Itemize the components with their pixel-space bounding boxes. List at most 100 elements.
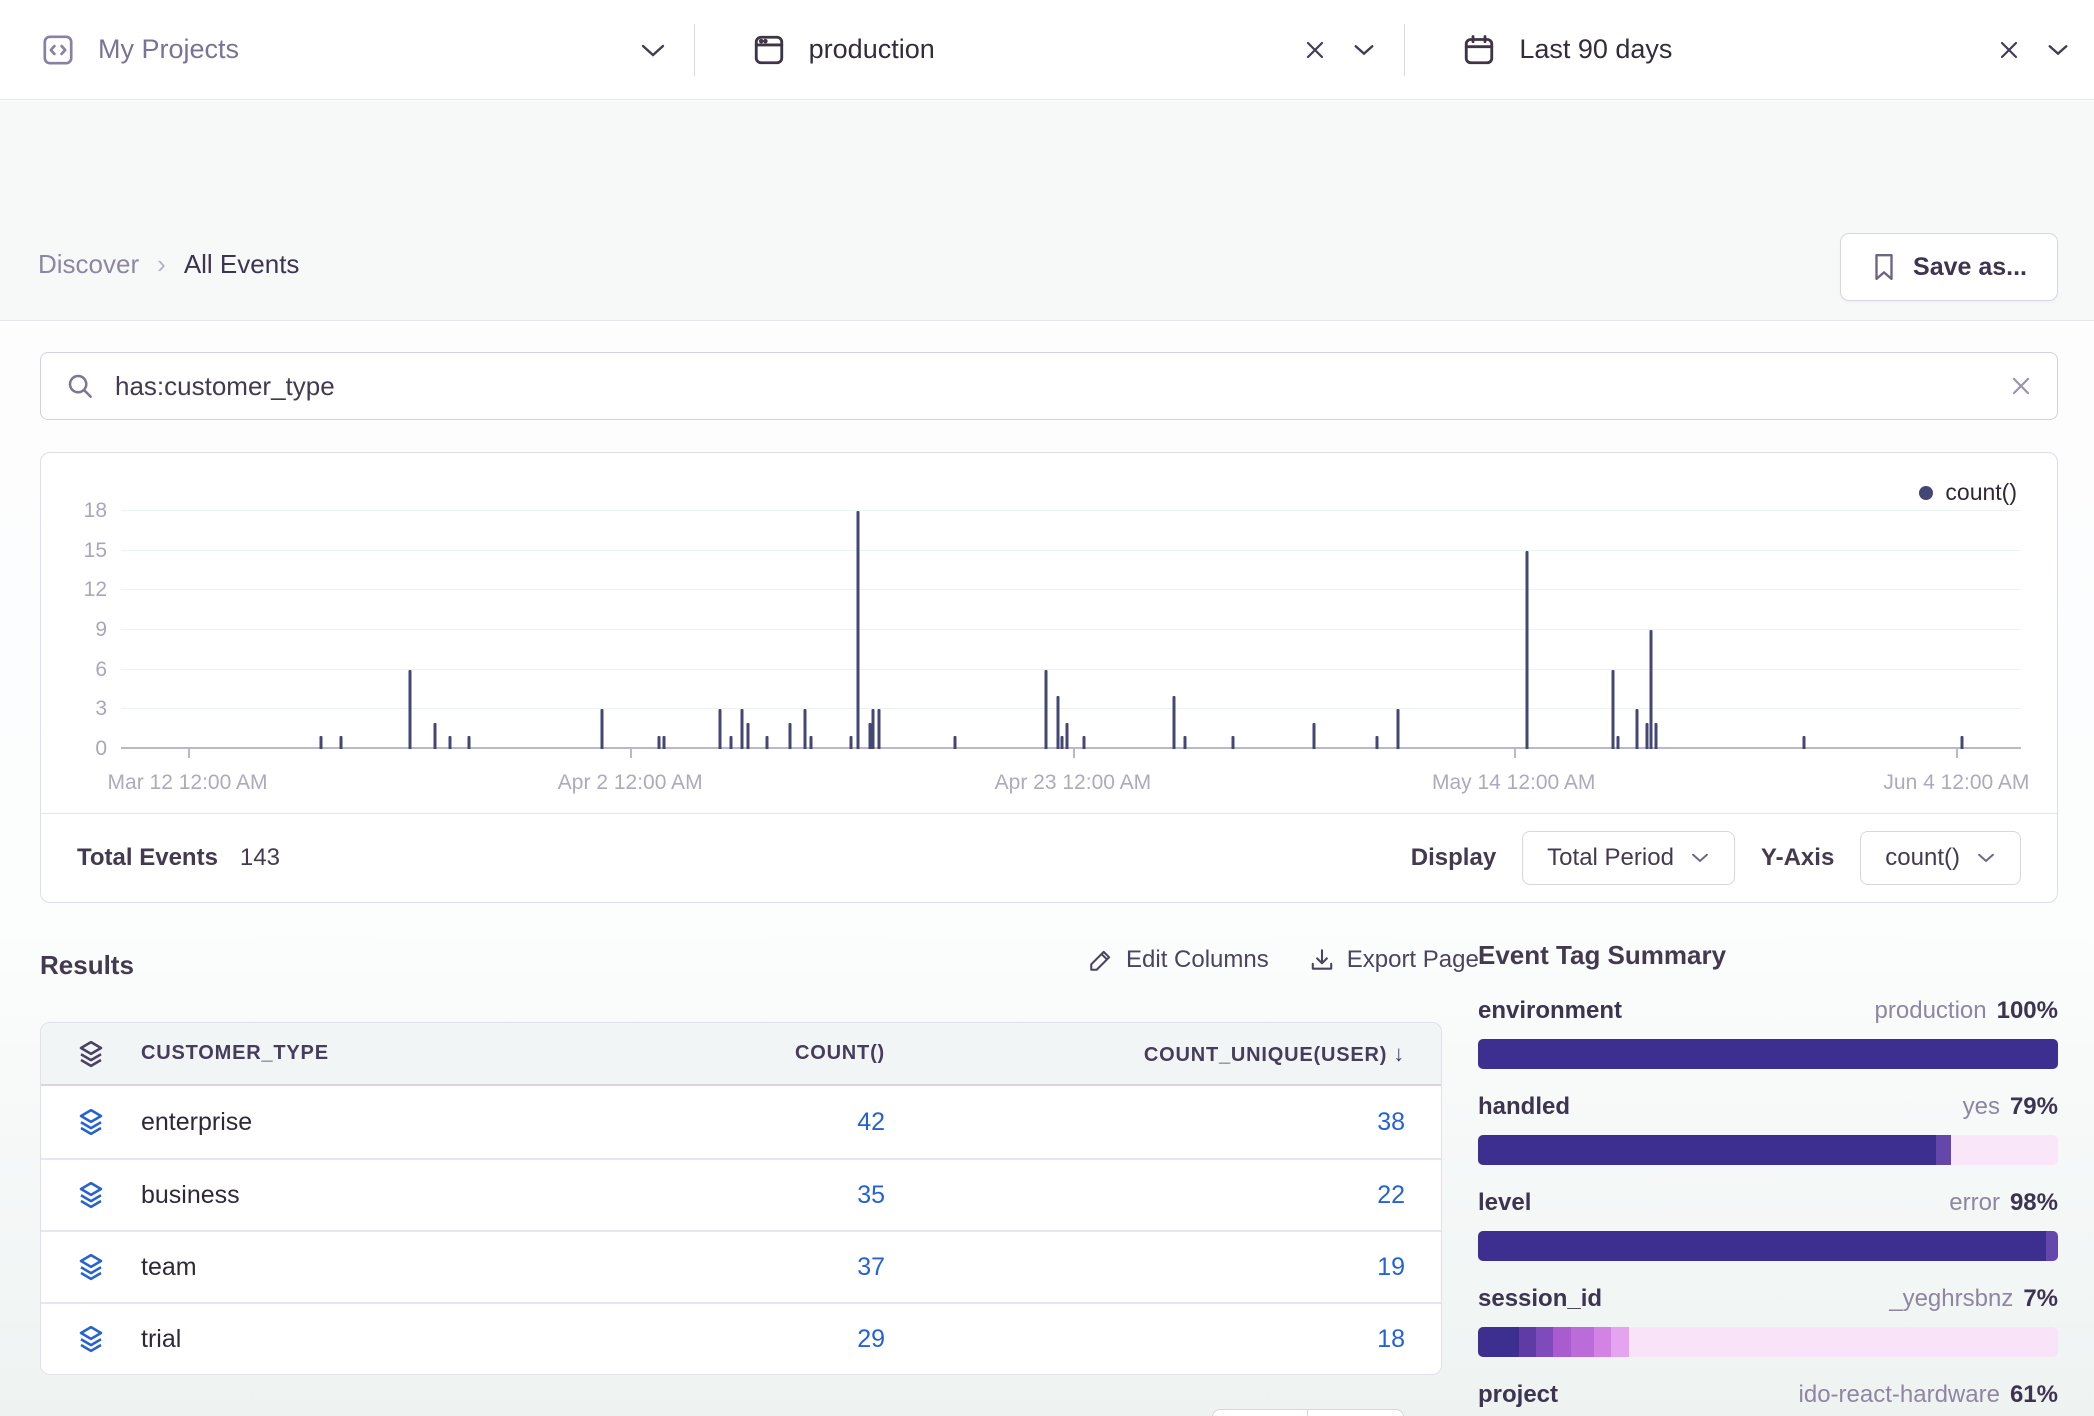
chart-bar[interactable]: [1313, 723, 1316, 749]
tag-bar-segment[interactable]: [1519, 1327, 1536, 1357]
tag-bar-segment[interactable]: [1951, 1135, 2058, 1165]
chart-bar[interactable]: [657, 736, 660, 749]
chart-bar[interactable]: [718, 709, 721, 749]
chart-bar[interactable]: [868, 723, 871, 749]
chart-bar[interactable]: [1066, 723, 1069, 749]
chart-bar[interactable]: [1961, 736, 1964, 749]
environment-dropdown-button[interactable]: [1352, 42, 1376, 57]
chevron-down-icon: [640, 42, 666, 58]
chart-bar[interactable]: [1636, 709, 1639, 749]
chart-bar[interactable]: [1184, 736, 1187, 749]
tag-bar-segment[interactable]: [1478, 1039, 2058, 1069]
tag-bar-segment[interactable]: [1594, 1327, 1611, 1357]
tag-distribution-bar[interactable]: [1478, 1039, 2058, 1069]
chart-bar[interactable]: [878, 709, 881, 749]
x-axis-tick-label: Apr 23 12:00 AM: [995, 771, 1151, 795]
chart-bar[interactable]: [804, 709, 807, 749]
cell-count-unique-user-link[interactable]: 18: [885, 1325, 1405, 1354]
chart-bar[interactable]: [1231, 736, 1234, 749]
chart-bar[interactable]: [741, 709, 744, 749]
tag-bar-segment[interactable]: [1629, 1327, 2058, 1357]
chart-bar[interactable]: [448, 736, 451, 749]
chart-bar[interactable]: [1375, 736, 1378, 749]
chart-bar[interactable]: [600, 709, 603, 749]
cell-count-link[interactable]: 37: [585, 1253, 885, 1282]
search-input[interactable]: [115, 371, 2009, 402]
cell-count-unique-user-link[interactable]: 19: [885, 1253, 1405, 1282]
tag-distribution-bar[interactable]: [1478, 1135, 2058, 1165]
chart-bar[interactable]: [1045, 670, 1048, 749]
pagination-next-button[interactable]: [1308, 1409, 1404, 1416]
chart-bar[interactable]: [1803, 736, 1806, 749]
environment-selector[interactable]: production: [695, 0, 1405, 99]
tag-bar-segment[interactable]: [1478, 1135, 1936, 1165]
tag-bar-segment[interactable]: [1553, 1327, 1570, 1357]
cell-count-unique-user-link[interactable]: 22: [885, 1181, 1405, 1210]
chart-bar[interactable]: [1172, 696, 1175, 749]
chart-bar[interactable]: [319, 736, 322, 749]
column-header-customer-type[interactable]: CUSTOMER_TYPE: [141, 1042, 585, 1065]
results-actions: Edit Columns Export Page: [1088, 946, 1479, 974]
chart-bar[interactable]: [1083, 736, 1086, 749]
tag-distribution-bar[interactable]: [1478, 1327, 2058, 1357]
chart-bar[interactable]: [433, 723, 436, 749]
date-range-clear-button[interactable]: [1998, 39, 2020, 61]
cell-count-link[interactable]: 42: [585, 1108, 885, 1137]
date-range-selector[interactable]: Last 90 days: [1405, 0, 2094, 99]
gridline-y-15: [121, 550, 2021, 551]
chart-bar[interactable]: [729, 736, 732, 749]
y-axis-tick-label: 3: [59, 697, 107, 721]
cell-count-link[interactable]: 29: [585, 1325, 885, 1354]
column-header-count[interactable]: COUNT(): [585, 1042, 885, 1065]
cell-count-link[interactable]: 35: [585, 1181, 885, 1210]
chart-footer: Total Events 143 Display Total Period Y-…: [41, 813, 2057, 902]
chart-bar[interactable]: [1649, 630, 1652, 749]
chart-bar[interactable]: [1645, 723, 1648, 749]
project-selector[interactable]: My Projects: [0, 0, 694, 99]
pagination-prev-button[interactable]: [1212, 1409, 1308, 1416]
chart-legend[interactable]: count(): [1919, 479, 2017, 506]
chart-bar[interactable]: [1655, 723, 1658, 749]
save-as-button[interactable]: Save as...: [1840, 233, 2058, 301]
y-axis-dropdown[interactable]: count(): [1860, 831, 2021, 885]
chart-bar[interactable]: [1617, 736, 1620, 749]
tag-bar-segment[interactable]: [1536, 1327, 1553, 1357]
projects-icon: [40, 32, 76, 68]
tag-bar-segment[interactable]: [1571, 1327, 1594, 1357]
tag-bar-segment[interactable]: [1611, 1327, 1628, 1357]
chart-bar[interactable]: [663, 736, 666, 749]
chart-bar[interactable]: [467, 736, 470, 749]
chart-bar[interactable]: [809, 736, 812, 749]
tag-bar-segment[interactable]: [2046, 1231, 2058, 1261]
main-content: count() 1815129630Mar 12 12:00 AMApr 2 1…: [0, 322, 2094, 1416]
tag-distribution-bar[interactable]: [1478, 1231, 2058, 1261]
search-clear-button[interactable]: [2009, 374, 2033, 398]
tag-bar-segment[interactable]: [1478, 1231, 2046, 1261]
chart-bar[interactable]: [1396, 709, 1399, 749]
display-dropdown[interactable]: Total Period: [1522, 831, 1735, 885]
breadcrumb-discover-link[interactable]: Discover: [38, 249, 139, 280]
date-range-dropdown-button[interactable]: [2046, 42, 2070, 57]
gridline-y-9: [121, 629, 2021, 630]
chart-bar[interactable]: [788, 723, 791, 749]
chart-bar[interactable]: [954, 736, 957, 749]
chart-bar[interactable]: [849, 736, 852, 749]
events-chart[interactable]: count() 1815129630Mar 12 12:00 AMApr 2 1…: [41, 453, 2057, 814]
chart-bar[interactable]: [340, 736, 343, 749]
export-page-button[interactable]: Export Page: [1309, 946, 1479, 974]
edit-columns-button[interactable]: Edit Columns: [1088, 946, 1269, 974]
environment-clear-button[interactable]: [1304, 39, 1326, 61]
chart-bar[interactable]: [766, 736, 769, 749]
column-header-count-unique-user[interactable]: COUNT_UNIQUE(USER)↓: [885, 1041, 1405, 1067]
chart-bar[interactable]: [1526, 551, 1529, 749]
chart-bar[interactable]: [872, 709, 875, 749]
cell-count-unique-user-link[interactable]: 38: [885, 1108, 1405, 1137]
chart-bar[interactable]: [747, 723, 750, 749]
chart-bar[interactable]: [857, 511, 860, 749]
chart-bar[interactable]: [1060, 736, 1063, 749]
chart-bar[interactable]: [1611, 670, 1614, 749]
chart-bar[interactable]: [1056, 696, 1059, 749]
tag-bar-segment[interactable]: [1936, 1135, 1951, 1165]
tag-bar-segment[interactable]: [1478, 1327, 1519, 1357]
chart-bar[interactable]: [408, 670, 411, 749]
